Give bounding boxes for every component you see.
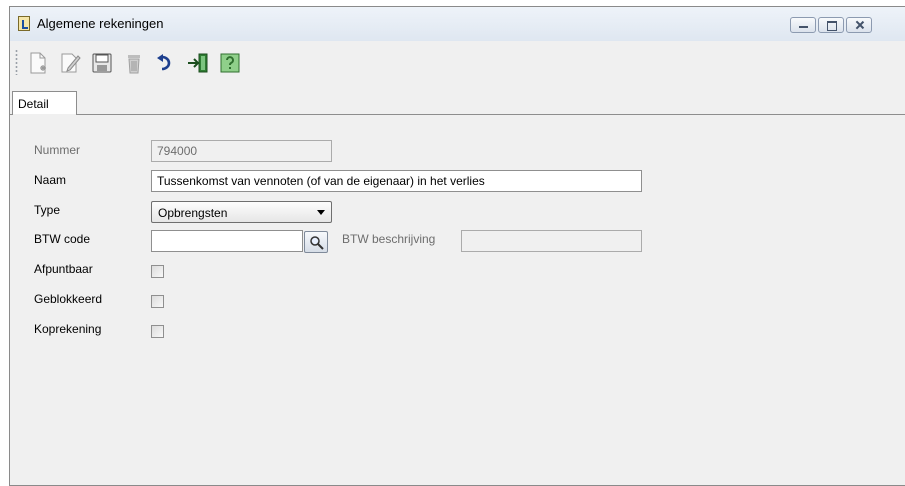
application-window: Algemene rekeningen Detail Nummer 794000…: [9, 6, 905, 486]
new-record-icon[interactable]: [26, 51, 50, 75]
window-title: Algemene rekeningen: [37, 16, 164, 31]
koprekening-label: Koprekening: [34, 322, 102, 336]
tab-strip-divider: [10, 114, 905, 115]
type-select-value: Opbrengsten: [158, 206, 228, 220]
btw-beschrijving-label: BTW beschrijving: [342, 232, 436, 246]
maximize-button[interactable]: [818, 17, 844, 33]
afpuntbaar-checkbox[interactable]: [151, 265, 164, 278]
app-icon: [18, 16, 30, 31]
undo-icon[interactable]: [154, 51, 178, 75]
naam-field[interactable]: Tussenkomst van vennoten (of van de eige…: [151, 170, 642, 192]
afpuntbaar-label: Afpuntbaar: [34, 262, 93, 276]
btw-lookup-button[interactable]: [304, 231, 328, 253]
geblokkeerd-label: Geblokkeerd: [34, 292, 103, 306]
toolbar: [10, 43, 905, 83]
save-icon[interactable]: [90, 51, 114, 75]
minimize-button[interactable]: [790, 17, 816, 33]
edit-record-icon[interactable]: [58, 51, 82, 75]
type-label: Type: [34, 203, 61, 217]
btw-beschrijving-field[interactable]: [461, 230, 642, 252]
nummer-label: Nummer: [34, 143, 81, 157]
btw-code-label: BTW code: [34, 232, 91, 246]
tab-detail[interactable]: Detail: [12, 91, 77, 115]
btw-code-field[interactable]: [151, 230, 303, 252]
naam-label: Naam: [34, 173, 67, 187]
toolbar-grip[interactable]: [15, 49, 18, 75]
title-bar[interactable]: Algemene rekeningen: [10, 7, 905, 41]
geblokkeerd-checkbox[interactable]: [151, 295, 164, 308]
chevron-down-icon: [317, 210, 325, 215]
nummer-field[interactable]: 794000: [151, 140, 332, 162]
close-button[interactable]: [846, 17, 872, 33]
search-icon: [310, 236, 324, 250]
type-select[interactable]: Opbrengsten: [151, 201, 332, 223]
exit-icon[interactable]: [186, 51, 210, 75]
koprekening-checkbox[interactable]: [151, 325, 164, 338]
delete-icon[interactable]: [122, 51, 146, 75]
help-icon[interactable]: [218, 51, 242, 75]
